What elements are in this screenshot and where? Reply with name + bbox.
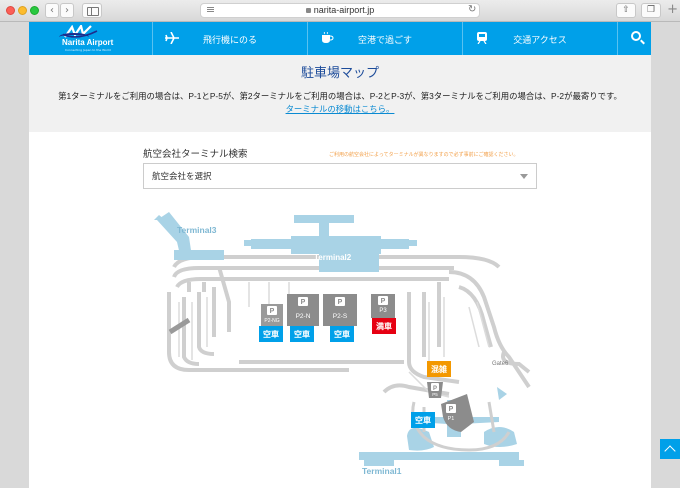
reader-menu-icon[interactable] <box>207 7 214 8</box>
p2-s-symbol: P <box>338 299 343 306</box>
share-button[interactable]: ⇧ <box>616 3 636 18</box>
parking-map: Terminal3 Terminal2 Terminal1 Gate6 P P … <box>154 212 531 476</box>
p3-id: P3 <box>379 308 387 314</box>
p1-id: P1 <box>448 416 455 422</box>
terminal1-building <box>359 387 524 466</box>
nav-spend-time-label: 空港で過ごす <box>357 36 413 46</box>
p2-n-status: 空車 <box>294 329 310 339</box>
terminal1-label: Terminal1 <box>362 466 402 476</box>
gate6-label: Gate6 <box>492 361 509 367</box>
p2-ng-status: 空車 <box>263 329 279 339</box>
search-icon-handle <box>640 39 645 45</box>
page: Narita Airport Connecting Japan to the W… <box>29 22 651 488</box>
close-window-button[interactable] <box>6 6 15 15</box>
page-description: 第1ターミナルをご利用の場合は、P-1とP-5が、第2ターミナルをご利用の場合は… <box>58 91 622 101</box>
nav-fly[interactable]: 飛行機にのる <box>153 22 308 55</box>
terminal2-building <box>244 215 417 272</box>
p2-s-status: 空車 <box>334 329 350 339</box>
p2-ng-id: P2-NG <box>264 318 279 324</box>
page-title: 駐車場マップ <box>300 65 379 80</box>
p2-n-id: P2-N <box>296 313 311 320</box>
nav-fly-label: 飛行機にのる <box>202 36 257 46</box>
tabs-overview-button[interactable]: ❐ <box>641 3 661 18</box>
nav-spend-time[interactable]: 空港で過ごす <box>308 22 463 55</box>
url-text: narita-airport.jp <box>313 5 375 15</box>
sidebar-toggle-icon[interactable] <box>82 3 102 18</box>
p5-id: P5 <box>432 392 438 397</box>
nav-access-label: 交通アクセス <box>513 36 567 46</box>
terminal3-building <box>154 212 224 260</box>
p5-status: 混雑 <box>431 364 447 374</box>
p2-s-id: P2-S <box>333 313 348 320</box>
browser-toolbar: ‹ › narita-airport.jp ↻ ⇧ ❐ + <box>0 0 680 22</box>
address-bar[interactable]: narita-airport.jp <box>200 3 480 18</box>
p3-status: 満車 <box>376 321 392 331</box>
p1-symbol: P <box>449 406 454 413</box>
search-button[interactable] <box>618 22 651 55</box>
terminal-transfer-link[interactable]: ターミナルの移動はこちら。 <box>29 103 651 115</box>
p2-n-symbol: P <box>301 299 306 306</box>
p3-symbol: P <box>381 298 386 305</box>
zoom-window-button[interactable] <box>30 6 39 15</box>
p1-status: 空車 <box>415 415 431 425</box>
minimize-window-button[interactable] <box>18 6 27 15</box>
back-button[interactable]: ‹ <box>45 3 59 18</box>
nav-access[interactable]: 交通アクセス <box>463 22 618 55</box>
site-header: Narita Airport Connecting Japan to the W… <box>29 22 651 55</box>
logo-name: Narita Airport <box>62 38 114 47</box>
map-panel: 航空会社ターミナル検索 ご利用の航空会社によってターミナルが異なりますので必ず事… <box>29 132 651 488</box>
forward-button[interactable]: › <box>60 3 74 18</box>
terminal2-label: Terminal2 <box>314 253 352 262</box>
new-tab-button[interactable]: + <box>667 3 678 17</box>
lock-icon <box>305 8 311 13</box>
p2-ng-symbol: P <box>270 308 275 315</box>
site-logo[interactable]: Narita Airport Connecting Japan to the W… <box>29 22 153 55</box>
terminal3-label: Terminal3 <box>177 225 217 235</box>
page-top-button[interactable] <box>660 439 680 459</box>
logo-tagline: Connecting Japan to the World <box>65 48 111 52</box>
parking-lot-p1[interactable] <box>441 394 474 432</box>
reload-icon[interactable]: ↻ <box>468 4 476 15</box>
